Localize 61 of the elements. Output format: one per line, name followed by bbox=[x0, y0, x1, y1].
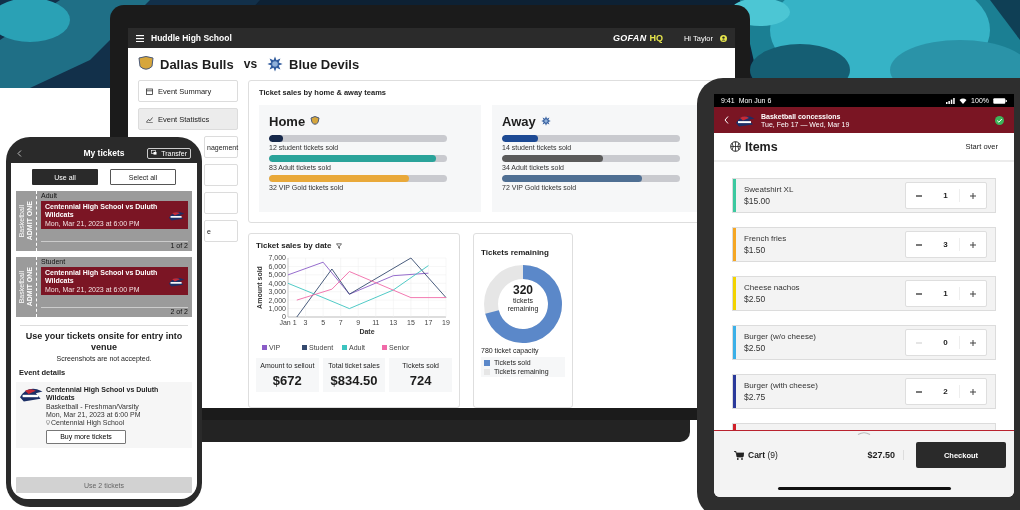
stat-value: 724 bbox=[408, 373, 433, 388]
user-icon[interactable] bbox=[720, 34, 727, 42]
versus-text: vs bbox=[243, 57, 258, 71]
menu-icon[interactable] bbox=[136, 34, 144, 42]
plus-icon bbox=[970, 241, 976, 248]
team-name: Away bbox=[502, 113, 536, 129]
section-title: Items bbox=[745, 139, 778, 154]
mascot-logo bbox=[168, 209, 185, 221]
chart-icon bbox=[146, 115, 153, 123]
quantity-value: 1 bbox=[932, 287, 960, 300]
cart-total: $27.50 bbox=[867, 450, 904, 460]
cart-label: Cart (9) bbox=[748, 450, 778, 460]
mascot-logo bbox=[168, 275, 185, 287]
team-title: Dallas Bulls bbox=[160, 56, 234, 72]
item-name: Burger (w/o cheese) bbox=[744, 332, 818, 341]
calendar-icon bbox=[146, 87, 153, 95]
plus-icon bbox=[970, 339, 976, 346]
drawer-handle-icon[interactable] bbox=[857, 431, 871, 435]
item-price: $2.50 bbox=[744, 343, 767, 353]
cart-icon bbox=[734, 450, 744, 460]
screen-title: My tickets bbox=[82, 148, 126, 158]
notice-heading: Use your tickets onsite for entry into venue bbox=[24, 331, 184, 354]
stat-value: $672 bbox=[271, 373, 303, 388]
sidebar-item[interactable] bbox=[204, 192, 238, 214]
item-price: $2.50 bbox=[744, 294, 767, 304]
brand-suffix: HQ bbox=[649, 33, 663, 43]
stat-value: $834.50 bbox=[329, 373, 379, 388]
donut-value: 320 bbox=[513, 283, 533, 297]
sidebar-item[interactable] bbox=[204, 164, 238, 186]
plus-icon bbox=[970, 290, 976, 297]
item-price: $2.75 bbox=[744, 392, 767, 402]
signal-icon bbox=[946, 97, 956, 104]
item-price: $15.00 bbox=[744, 196, 771, 206]
shield-icon bbox=[310, 116, 321, 126]
mascot-logo bbox=[735, 113, 755, 127]
mascot-icon bbox=[267, 56, 284, 72]
item-price: $1.50 bbox=[744, 245, 767, 255]
brand-logo: GOFAN bbox=[612, 33, 647, 43]
shield-icon bbox=[138, 56, 154, 72]
item-name: Cheese nachos bbox=[744, 283, 801, 292]
item-name: Sweatshirt XL bbox=[744, 185, 795, 194]
card-title: Tickets remaining bbox=[481, 248, 549, 257]
item-name: Burger (with cheese) bbox=[744, 381, 819, 390]
quantity-value: 0 bbox=[932, 336, 960, 349]
basketball-icon bbox=[730, 141, 741, 152]
card-title: Ticket sales by date bbox=[256, 241, 332, 250]
plus-icon bbox=[970, 192, 976, 199]
quantity-value: 1 bbox=[932, 189, 960, 202]
transfer-icon bbox=[151, 150, 159, 156]
school-name: Huddle High School bbox=[151, 33, 232, 43]
filter-icon[interactable] bbox=[336, 242, 343, 249]
team-name: Home bbox=[269, 113, 306, 129]
quantity-value: 2 bbox=[932, 385, 960, 398]
quantity-value: 3 bbox=[932, 238, 960, 251]
battery-icon bbox=[993, 97, 1007, 104]
wifi-icon bbox=[959, 97, 968, 104]
team-title: Blue Devils bbox=[289, 56, 360, 72]
mascot-icon bbox=[540, 116, 551, 126]
pin-icon bbox=[46, 419, 50, 425]
item-name: French fries bbox=[744, 234, 788, 243]
plus-icon bbox=[970, 388, 976, 395]
